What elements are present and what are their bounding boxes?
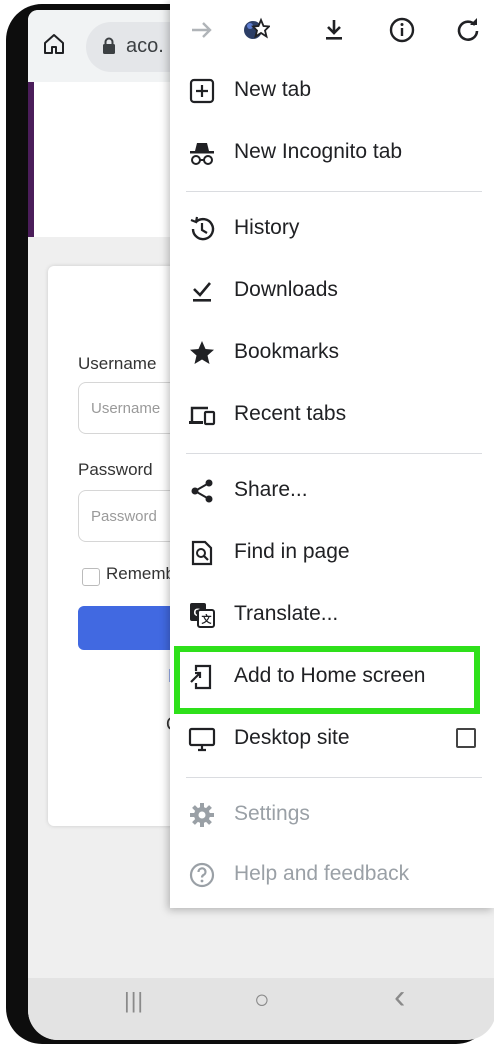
page-accent-strip	[28, 82, 34, 237]
menu-item-downloads[interactable]: Downloads	[170, 260, 494, 322]
highlight-box	[174, 646, 480, 714]
home-icon[interactable]	[42, 32, 66, 56]
menu-item-recent-tabs[interactable]: Recent tabs	[170, 384, 494, 446]
username-label: Username	[78, 354, 157, 373]
share-icon	[191, 479, 213, 503]
menu-item-label: Recent tabs	[234, 402, 347, 425]
menu-item-label: Desktop site	[234, 726, 350, 749]
forward-arrow-icon[interactable]	[188, 16, 216, 44]
recents-icon[interactable]: |||	[124, 988, 144, 1014]
menu-item-settings[interactable]: Settings	[170, 784, 494, 846]
url-text: aco.	[126, 35, 164, 57]
desktop-icon	[188, 727, 216, 752]
menu-item-share[interactable]: Share...	[170, 460, 494, 522]
remember-label: Rememb	[106, 564, 175, 583]
menu-item-desktop-site[interactable]: Desktop site	[170, 708, 494, 770]
menu-divider	[186, 777, 482, 778]
menu-top-icons	[170, 0, 494, 62]
help-icon	[189, 862, 215, 888]
menu-item-label: Bookmarks	[234, 340, 340, 363]
new-tab-icon	[189, 78, 215, 104]
refresh-icon[interactable]	[454, 16, 482, 44]
translate-icon: G 文	[190, 603, 215, 628]
gear-icon	[190, 803, 214, 827]
menu-divider	[186, 191, 482, 192]
menu-item-find-in-page[interactable]: Find in page	[170, 522, 494, 584]
password-label: Password	[78, 460, 153, 479]
menu-item-new-tab[interactable]: New tab	[170, 60, 494, 122]
find-icon	[191, 540, 213, 566]
menu-item-label: New Incognito tab	[234, 140, 403, 163]
menu-item-label: Translate...	[234, 602, 339, 625]
system-nav-bar: ||| ○ ‹	[28, 978, 494, 1040]
menu-item-translate[interactable]: G 文 Translate...	[170, 584, 494, 646]
info-icon[interactable]	[388, 16, 416, 44]
star-icon	[190, 341, 214, 364]
desktop-site-checkbox[interactable]	[456, 728, 476, 748]
download-icon[interactable]	[320, 16, 348, 44]
menu-item-label: Help and feedback	[234, 862, 410, 885]
browser-menu: New tab New Incognito tab History Downlo…	[170, 0, 494, 908]
svg-text:文: 文	[202, 613, 213, 626]
menu-divider	[186, 453, 482, 454]
remember-checkbox[interactable]	[82, 568, 100, 586]
nav-back-icon[interactable]: ‹	[394, 978, 405, 1017]
menu-item-help-and-feedback[interactable]: Help and feedback	[170, 844, 494, 906]
menu-item-history[interactable]: History	[170, 198, 494, 260]
bookmark-star-icon[interactable]	[242, 16, 270, 44]
menu-item-label: Find in page	[234, 540, 350, 563]
menu-item-label: Share...	[234, 478, 308, 501]
downloads-icon	[193, 282, 211, 302]
menu-item-label: History	[234, 216, 300, 239]
devices-icon	[189, 406, 216, 426]
menu-item-label: Settings	[234, 802, 310, 825]
menu-item-label: Downloads	[234, 278, 338, 301]
history-icon	[190, 216, 215, 241]
nav-home-icon[interactable]: ○	[254, 984, 270, 1015]
menu-item-label: New tab	[234, 78, 312, 101]
incognito-icon	[190, 143, 214, 165]
menu-item-bookmarks[interactable]: Bookmarks	[170, 322, 494, 384]
lock-icon	[103, 37, 115, 54]
menu-item-new-incognito-tab[interactable]: New Incognito tab	[170, 122, 494, 184]
